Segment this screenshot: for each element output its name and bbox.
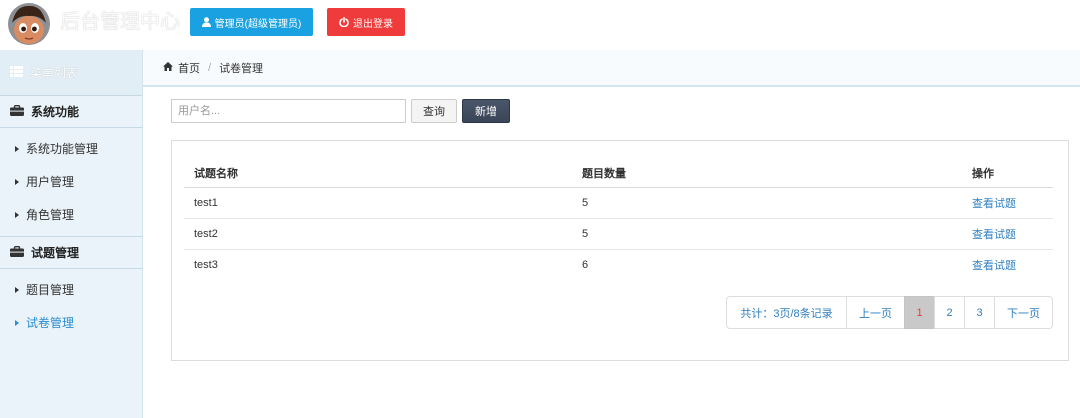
caret-right-icon (15, 319, 19, 326)
sidebar-item-exam-papers[interactable]: 试卷管理 (0, 306, 142, 339)
add-button[interactable]: 新增 (462, 99, 510, 123)
pagination-summary: 共计：3页/8条记录 (726, 296, 847, 329)
breadcrumb-home-link[interactable]: 首页 (178, 60, 200, 76)
cartoon-avatar-icon (8, 3, 50, 45)
prev-page-button[interactable]: 上一页 (846, 296, 905, 329)
site-title: 后台管理中心 (60, 11, 180, 33)
sidebar-section-label: 试题管理 (31, 246, 80, 260)
column-header-actions: 操作 (962, 160, 1053, 188)
sidebar-item-label: 题目管理 (26, 283, 75, 297)
exam-paper-table: 试题名称 题目数量 操作 test1 5 查看试题 test2 5 查看试题 t… (184, 160, 1053, 280)
cell-count: 5 (572, 218, 962, 250)
sidebar-item-label: 系统功能管理 (26, 142, 99, 156)
table-row: test1 5 查看试题 (184, 187, 1053, 219)
cell-name: test2 (184, 218, 572, 250)
breadcrumb: 首页 / 试卷管理 (143, 50, 1080, 87)
caret-right-icon (15, 286, 19, 293)
next-page-button[interactable]: 下一页 (994, 296, 1053, 329)
table-row: test3 6 查看试题 (184, 249, 1053, 280)
results-panel: 试题名称 题目数量 操作 test1 5 查看试题 test2 5 查看试题 t… (171, 140, 1069, 361)
sidebar-item-roles[interactable]: 角色管理 (0, 198, 142, 231)
view-questions-link[interactable]: 查看试题 (972, 229, 1016, 241)
caret-right-icon (15, 178, 19, 185)
sidebar-item-label: 用户管理 (26, 175, 75, 189)
sidebar-menu-list: 题目管理 试卷管理 (0, 269, 142, 344)
sidebar-item-users[interactable]: 用户管理 (0, 165, 142, 198)
query-button[interactable]: 查询 (411, 99, 457, 123)
top-header: 后台管理中心 管理员(超级管理员) 退出登录 (0, 0, 1080, 50)
sidebar-item-question-bank[interactable]: 题目管理 (0, 273, 142, 306)
sidebar-section-questions[interactable]: 试题管理 (0, 236, 142, 269)
briefcase-icon (10, 245, 24, 260)
pagination: 共计：3页/8条记录 上一页 1 2 3 下一页 (726, 296, 1053, 329)
page-button-2[interactable]: 2 (934, 296, 965, 329)
breadcrumb-separator: / (208, 61, 212, 74)
page-button-3[interactable]: 3 (964, 296, 995, 329)
caret-right-icon (15, 145, 19, 152)
home-icon (163, 61, 173, 74)
view-questions-link[interactable]: 查看试题 (972, 260, 1016, 272)
cell-count: 5 (572, 187, 962, 219)
user-icon (201, 17, 211, 27)
cell-actions: 查看试题 (962, 218, 1053, 250)
username-search-input[interactable] (171, 99, 406, 123)
power-icon (339, 17, 349, 27)
caret-right-icon (15, 211, 19, 218)
main-content: 首页 / 试卷管理 查询 新增 试题名称 题目数量 操作 test1 5 查看试… (143, 50, 1080, 418)
sidebar-item-system-function[interactable]: 系统功能管理 (0, 132, 142, 165)
breadcrumb-current: 试卷管理 (219, 62, 264, 75)
list-icon (10, 65, 23, 80)
search-toolbar: 查询 新增 (171, 99, 510, 123)
current-user-label: 管理员(超级管理员) (214, 18, 302, 30)
column-header-count: 题目数量 (572, 160, 962, 188)
avatar (8, 3, 50, 45)
logout-label: 退出登录 (353, 18, 393, 30)
page-button-1[interactable]: 1 (904, 296, 935, 329)
cell-name: test3 (194, 258, 218, 271)
sidebar: 菜单列表 系统功能 系统功能管理 用户管理 角色管理 试题管理 题目管理 试卷管… (0, 50, 143, 418)
cell-actions: 查看试题 (962, 249, 1053, 280)
table-row: test2 5 查看试题 (184, 218, 1053, 250)
sidebar-item-label: 试卷管理 (26, 316, 75, 330)
cell-actions: 查看试题 (962, 187, 1053, 219)
column-header-name: 试题名称 (184, 160, 572, 188)
current-user-button[interactable]: 管理员(超级管理员) (190, 8, 313, 36)
sidebar-menu-list: 系统功能管理 用户管理 角色管理 (0, 128, 142, 236)
cell-count: 6 (582, 258, 589, 271)
table-header-row: 试题名称 题目数量 操作 (184, 160, 1053, 188)
sidebar-section-label: 系统功能 (31, 105, 80, 119)
sidebar-title: 菜单列表 (0, 50, 142, 95)
logout-button[interactable]: 退出登录 (327, 8, 405, 36)
sidebar-title-label: 菜单列表 (30, 66, 79, 80)
sidebar-section-system[interactable]: 系统功能 (0, 95, 142, 128)
cell-name: test1 (184, 187, 572, 219)
briefcase-icon (10, 104, 24, 119)
sidebar-item-label: 角色管理 (26, 208, 75, 222)
view-questions-link[interactable]: 查看试题 (972, 198, 1016, 210)
